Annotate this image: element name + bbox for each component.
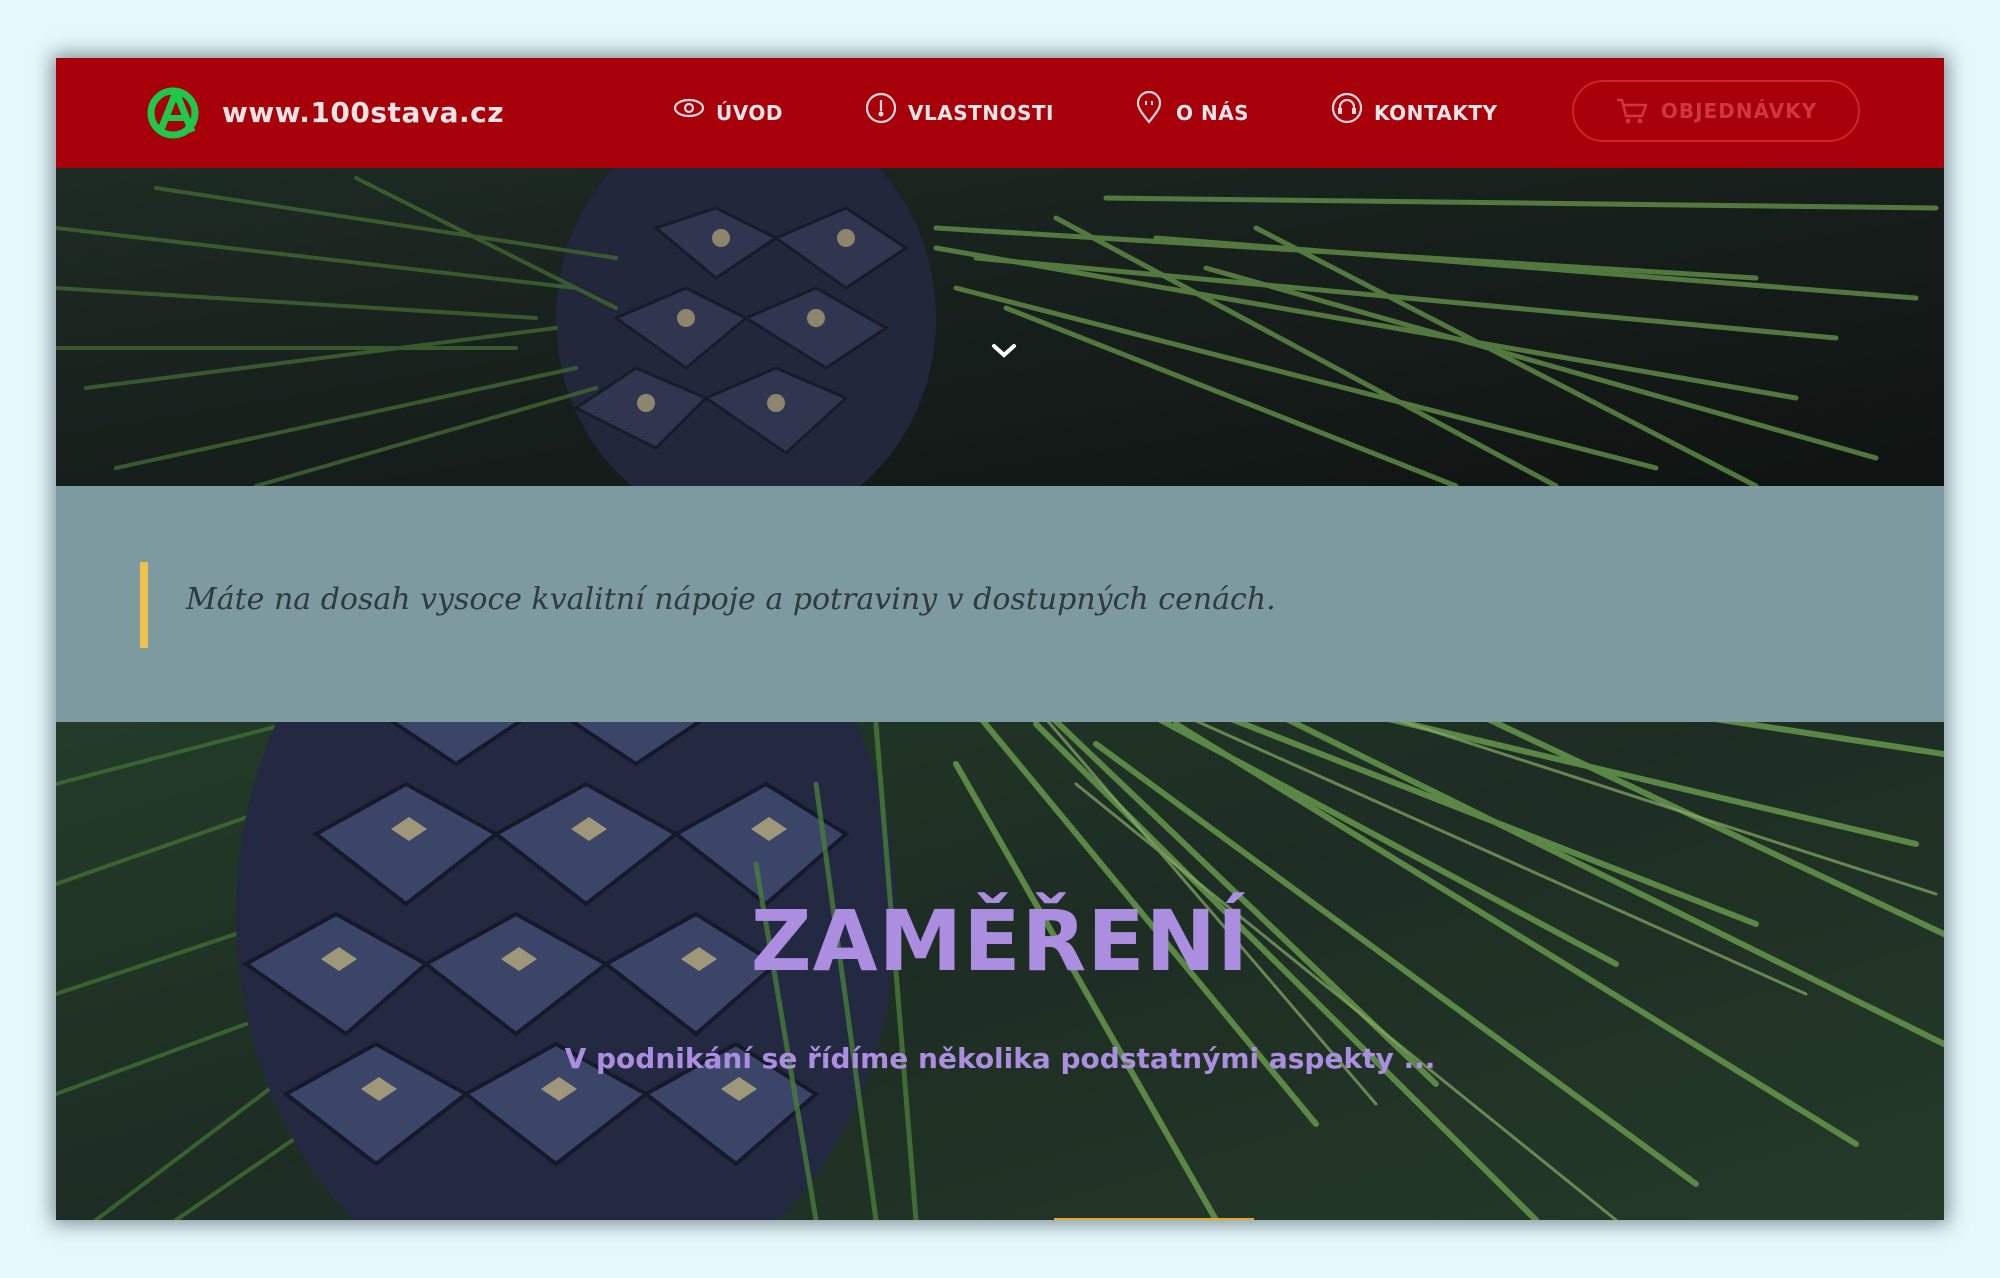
quote-text: Máte na dosah vysoce kvalitní nápoje a p… [186, 582, 1276, 617]
section-title: ZAMĚŘENÍ [750, 892, 1250, 990]
site-header: www.100stava.cz ÚVOD VLASTNOSTI O NÁS KO… [56, 58, 1944, 168]
orders-button[interactable]: OBJEDNÁVKY [1572, 80, 1860, 142]
quote-accent-bar [140, 562, 148, 648]
site-name[interactable]: www.100stava.cz [222, 96, 504, 129]
browser-viewport: www.100stava.cz ÚVOD VLASTNOSTI O NÁS KO… [56, 58, 1944, 1220]
nav-item-label: KONTAKTY [1374, 101, 1498, 125]
hero-background-top [56, 168, 1944, 486]
pine-cone-photo [56, 168, 1944, 486]
thermometer-icon [865, 92, 897, 124]
chevron-down-icon[interactable] [986, 336, 1022, 364]
location-pin-icon [1136, 91, 1162, 124]
nav-item-kontakty[interactable]: KONTAKTY [1330, 90, 1498, 136]
nav-item-vlastnosti[interactable]: VLASTNOSTI [864, 90, 1054, 136]
orders-button-label: OBJEDNÁVKY [1660, 99, 1818, 123]
section-accent-line [1054, 1218, 1254, 1220]
nav-item-label: VLASTNOSTI [908, 101, 1054, 125]
nav-item-o-nas[interactable]: O NÁS [1132, 90, 1249, 136]
cart-icon [1616, 98, 1648, 124]
nav-item-label: ÚVOD [716, 101, 783, 125]
nav-item-label: O NÁS [1176, 101, 1250, 125]
section-subtitle: V podnikání se řídíme několika podstatný… [564, 1042, 1436, 1075]
eye-icon [673, 98, 705, 118]
headset-icon [1331, 92, 1363, 124]
site-logo-icon[interactable] [144, 80, 204, 146]
nav-item-uvod[interactable]: ÚVOD [672, 90, 783, 136]
quote-section: Máte na dosah vysoce kvalitní nápoje a p… [56, 486, 1944, 722]
